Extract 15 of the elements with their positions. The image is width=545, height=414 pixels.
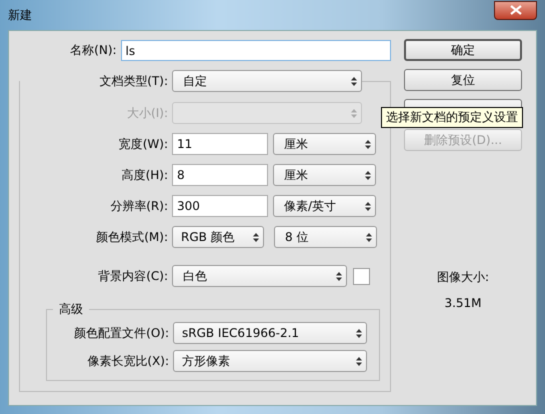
image-size-label: 图像大小: (436, 269, 490, 286)
field-label: 高度(H): (120, 166, 169, 184)
field-label: 名称(N): (69, 42, 118, 59)
tooltip: 选择新文档的预定义设置 (381, 107, 523, 128)
field-label: 大小(I): (126, 104, 169, 122)
field-label: 像素长宽比(X): (86, 352, 170, 370)
field-label: 颜色配置文件(O): (73, 324, 170, 342)
field-label: 宽度(W): (118, 136, 169, 152)
image-size-value: 3.51M (444, 296, 482, 310)
field-label: 分辨率(R): (109, 198, 169, 214)
window-title: 新建 (8, 6, 32, 24)
field-label: 文档类型(T): (98, 72, 169, 90)
field-label: 背景内容(C): (97, 268, 169, 284)
field-label: 颜色模式(M): (95, 228, 169, 246)
group-title: 高级 (58, 301, 84, 318)
